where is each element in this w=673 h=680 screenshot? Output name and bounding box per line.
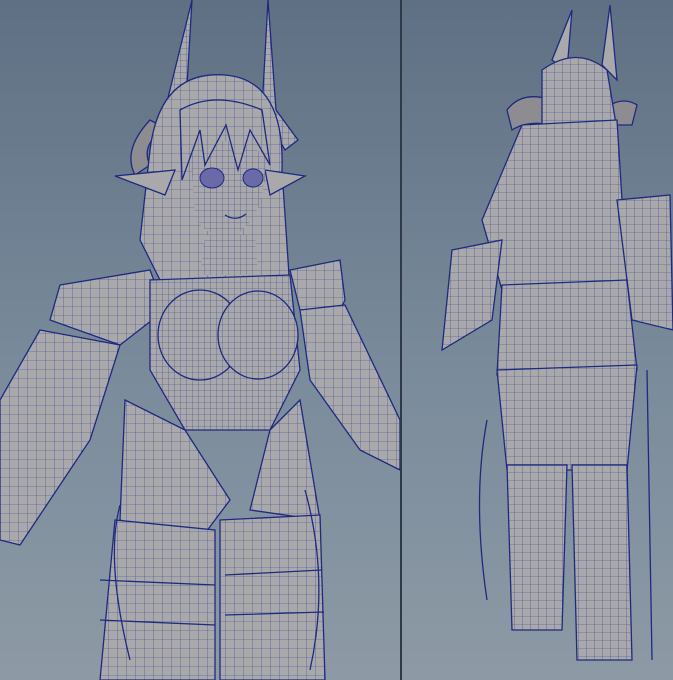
right-eye (242, 168, 264, 188)
front-model-mesh[interactable] (0, 0, 400, 680)
left-eye (199, 167, 225, 189)
back-viewport[interactable] (402, 0, 673, 680)
right-ear (265, 170, 305, 195)
viewport-grid (0, 0, 673, 680)
back-model-mesh[interactable] (402, 0, 673, 680)
front-viewport[interactable] (0, 0, 400, 680)
